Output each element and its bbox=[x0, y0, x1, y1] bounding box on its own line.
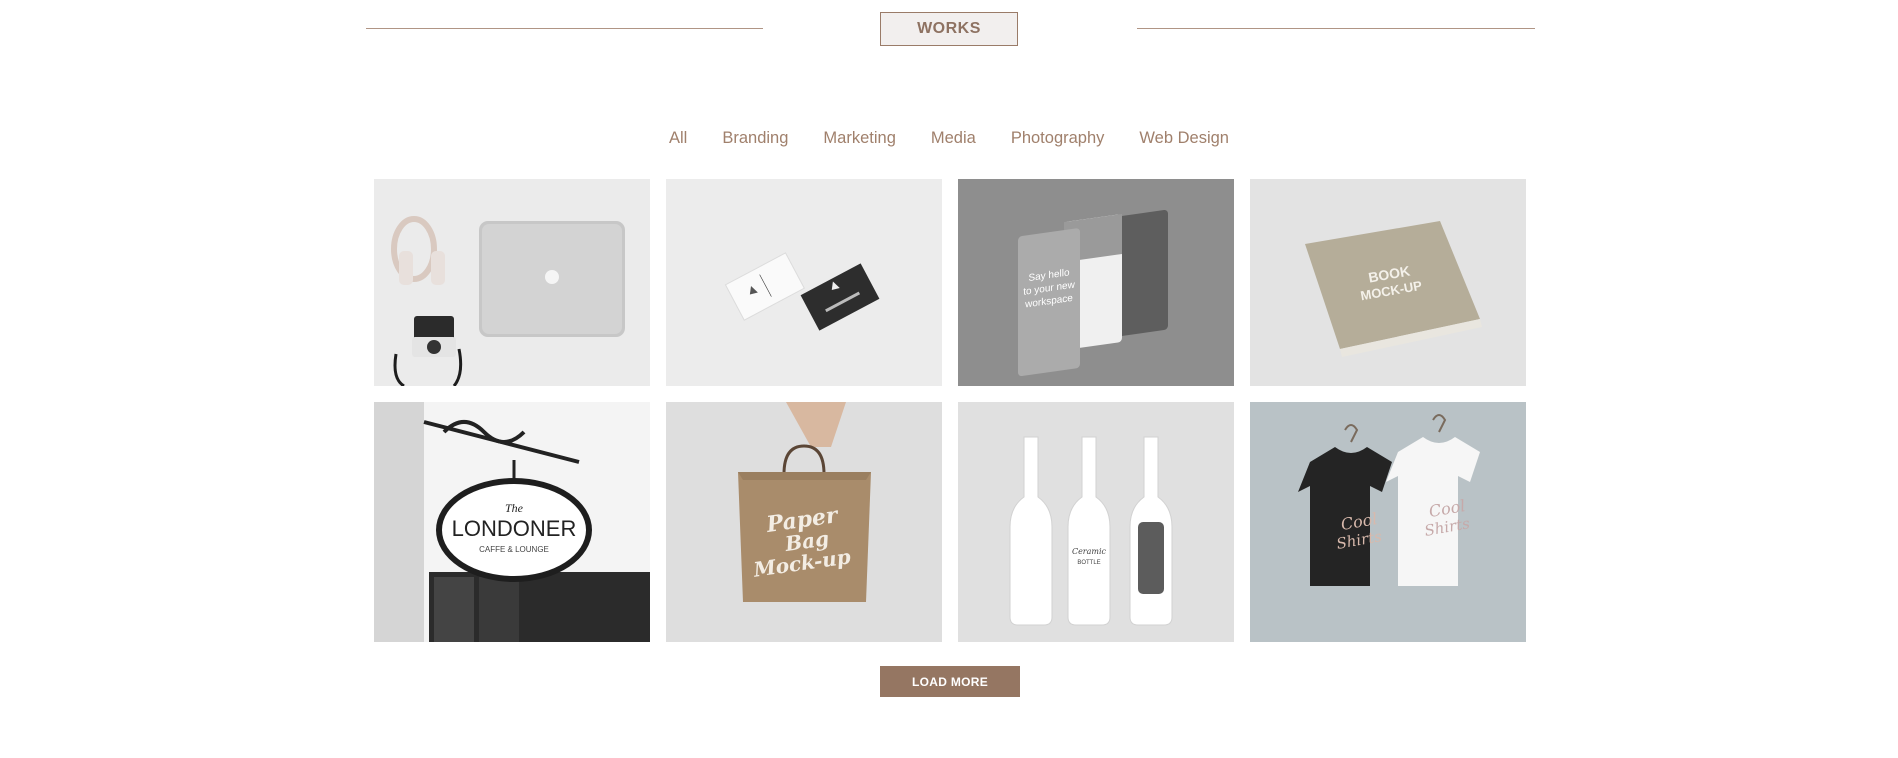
bottle-text-2: BOTTLE bbox=[1077, 560, 1100, 566]
filter-all[interactable]: All bbox=[669, 129, 687, 148]
divider-right bbox=[1137, 28, 1535, 29]
divider-left bbox=[366, 28, 763, 29]
portfolio-item-tshirts[interactable]: Cool Shirts Cool Shirts bbox=[1250, 402, 1526, 642]
portfolio-item-app-screens[interactable]: Say hello to your new workspace bbox=[958, 179, 1234, 386]
filter-bar: All Branding Marketing Media Photography… bbox=[0, 126, 1898, 150]
section-title: WORKS bbox=[880, 12, 1018, 46]
portfolio-item-book[interactable]: BOOK MOCK-UP bbox=[1250, 179, 1526, 386]
tshirts-image: Cool Shirts Cool Shirts bbox=[1250, 402, 1526, 642]
filter-media[interactable]: Media bbox=[931, 129, 976, 148]
portfolio-item-paper-bag[interactable]: Paper Bag Mock-up bbox=[666, 402, 942, 642]
paper-bag-image: Paper Bag Mock-up bbox=[666, 402, 942, 642]
laptop-headphones-image bbox=[374, 179, 650, 386]
book-mockup-image: BOOK MOCK-UP bbox=[1250, 179, 1526, 386]
bottle-text-1: Ceramic bbox=[1072, 547, 1107, 556]
filter-web-design[interactable]: Web Design bbox=[1139, 129, 1229, 148]
app-screens-image: Say hello to your new workspace bbox=[958, 179, 1234, 386]
portfolio-item-business-cards[interactable] bbox=[666, 179, 942, 386]
filter-branding[interactable]: Branding bbox=[722, 129, 788, 148]
cafe-text-2: LONDONER bbox=[452, 516, 577, 541]
cafe-sign-image: The LONDONER CAFFE & LOUNGE bbox=[374, 402, 650, 642]
portfolio-item-bottles[interactable]: Ceramic BOTTLE bbox=[958, 402, 1234, 642]
ceramic-bottles-image: Ceramic BOTTLE bbox=[958, 402, 1234, 642]
filter-marketing[interactable]: Marketing bbox=[823, 129, 895, 148]
portfolio-item-cafe-sign[interactable]: The LONDONER CAFFE & LOUNGE bbox=[374, 402, 650, 642]
portfolio-item-laptop[interactable] bbox=[374, 179, 650, 386]
filter-photography[interactable]: Photography bbox=[1011, 129, 1105, 148]
load-more-button[interactable]: LOAD MORE bbox=[880, 666, 1020, 697]
cafe-text-3: CAFFE & LOUNGE bbox=[479, 545, 549, 554]
business-cards-image bbox=[666, 179, 942, 386]
cafe-text-1: The bbox=[505, 501, 524, 515]
